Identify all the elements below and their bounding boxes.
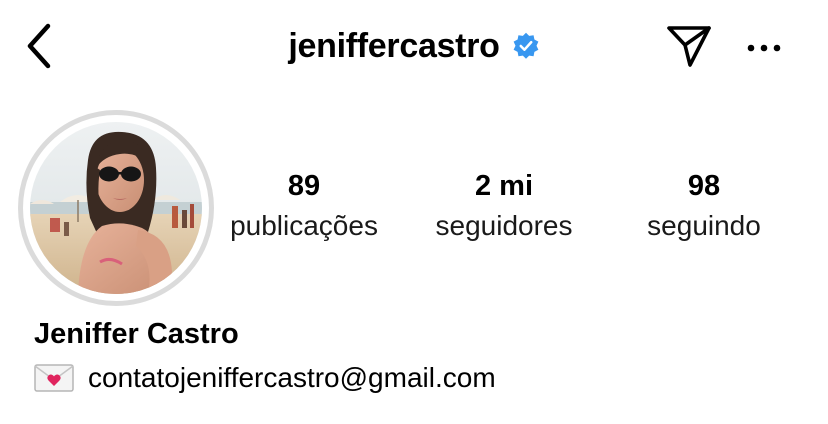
stat-posts[interactable]: 89 publicações	[216, 166, 392, 246]
more-options-button[interactable]	[744, 30, 784, 66]
stat-posts-value: 89	[287, 170, 321, 202]
stat-following-label: seguindo	[647, 210, 761, 241]
profile-full-name: Jeniffer Castro	[34, 318, 239, 350]
verified-badge-icon	[513, 32, 538, 59]
more-horizontal-icon	[747, 44, 781, 52]
stat-posts-label: publicações	[230, 210, 378, 241]
profile-avatar	[30, 122, 202, 294]
profile-avatar-ring[interactable]	[18, 110, 214, 306]
stat-following-value: 98	[687, 170, 721, 202]
stat-following[interactable]: 98 seguindo	[630, 166, 778, 246]
profile-username: jeniffercastro	[288, 26, 500, 65]
profile-header: jeniffercastro	[0, 0, 828, 92]
love-letter-icon	[34, 364, 74, 392]
avatar-photo	[30, 122, 202, 294]
bio-email-link[interactable]: contatojeniffercastro@gmail.com	[88, 362, 496, 394]
send-message-button[interactable]	[664, 24, 714, 68]
stat-followers-value: 2 mi	[474, 170, 534, 202]
paper-plane-icon	[667, 26, 711, 67]
stat-followers-label: seguidores	[435, 210, 573, 241]
bio-email-row: contatojeniffercastro@gmail.com	[34, 362, 496, 394]
stat-followers[interactable]: 2 mi seguidores	[420, 166, 588, 246]
